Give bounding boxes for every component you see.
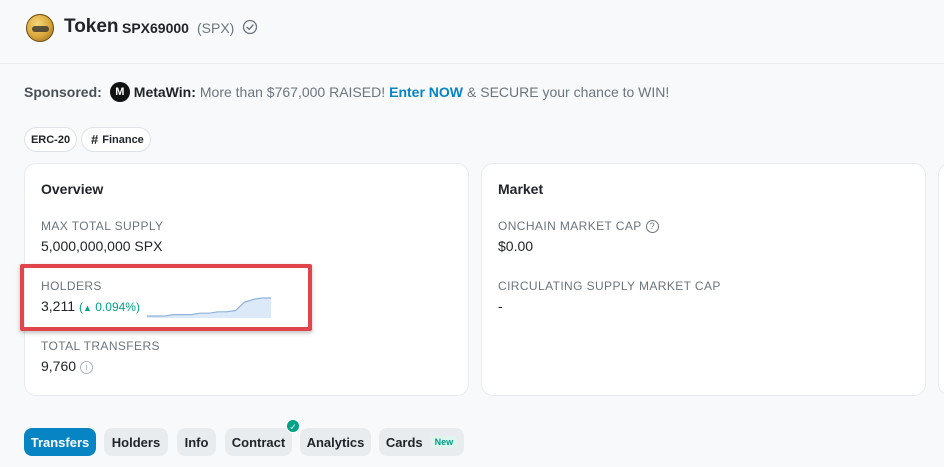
tab-cards[interactable]: Cards New <box>379 428 464 456</box>
token-name: SPX69000 <box>122 20 189 36</box>
market-card: Market ONCHAIN MARKET CAP? $0.00 CIRCULA… <box>481 163 926 396</box>
token-symbol: (SPX) <box>197 20 235 36</box>
hash-icon: # <box>91 132 99 147</box>
contract-verified-check-icon: ✓ <box>286 419 300 433</box>
highlight-annotation-box <box>20 264 312 331</box>
max-supply-value: 5,000,000,000 SPX <box>41 238 163 254</box>
onchain-market-cap-value: $0.00 <box>498 238 534 254</box>
circ-supply-market-cap-label: CIRCULATING SUPPLY MARKET CAP <box>498 279 721 293</box>
page-title: Token <box>64 16 119 37</box>
token-logo-icon <box>26 14 54 42</box>
tab-cards-label: Cards <box>385 434 423 450</box>
sponsor-text: More than $767,000 RAISED! <box>199 84 386 100</box>
tag-finance-label: Finance <box>102 133 144 146</box>
onchain-market-cap-label-text: ONCHAIN MARKET CAP <box>498 219 642 233</box>
tag-erc20-label: ERC-20 <box>30 133 71 146</box>
tab-holders[interactable]: Holders <box>104 428 168 456</box>
total-transfers-value: 9,760 <box>41 358 77 374</box>
tag-erc20[interactable]: ERC-20 <box>24 127 77 152</box>
max-supply-label: MAX TOTAL SUPPLY <box>41 219 164 233</box>
market-title: Market <box>498 181 544 197</box>
metawin-logo-icon[interactable]: M <box>109 82 130 102</box>
onchain-market-cap-label: ONCHAIN MARKET CAP? <box>498 219 659 233</box>
sponsor-text-2: & SECURE your chance to WIN! <box>467 84 670 100</box>
sponsored-banner: Sponsored: M MetaWin: More than $767,000… <box>24 82 669 102</box>
verified-check-icon[interactable] <box>242 19 258 35</box>
circ-supply-market-cap-value: - <box>498 298 503 314</box>
page-header: Token SPX69000 (SPX) <box>0 0 944 64</box>
info-icon[interactable]: i <box>80 361 94 374</box>
tab-analytics[interactable]: Analytics <box>300 428 371 456</box>
total-transfers-label: TOTAL TRANSFERS <box>41 339 160 353</box>
tab-transfers[interactable]: Transfers <box>24 428 96 456</box>
overview-title: Overview <box>41 181 104 197</box>
tab-contract[interactable]: Contract <box>225 428 292 456</box>
sponsor-brand[interactable]: MetaWin: <box>134 84 196 100</box>
new-badge: New <box>430 436 458 448</box>
tag-finance[interactable]: # Finance <box>81 127 151 152</box>
sponsor-cta-link[interactable]: Enter NOW <box>389 84 463 100</box>
help-icon[interactable]: ? <box>645 220 659 233</box>
sponsored-label: Sponsored: <box>24 84 102 100</box>
total-transfers-row: 9,760 i <box>41 358 94 374</box>
tab-info[interactable]: Info <box>177 428 216 456</box>
extra-card-partial <box>938 163 944 396</box>
